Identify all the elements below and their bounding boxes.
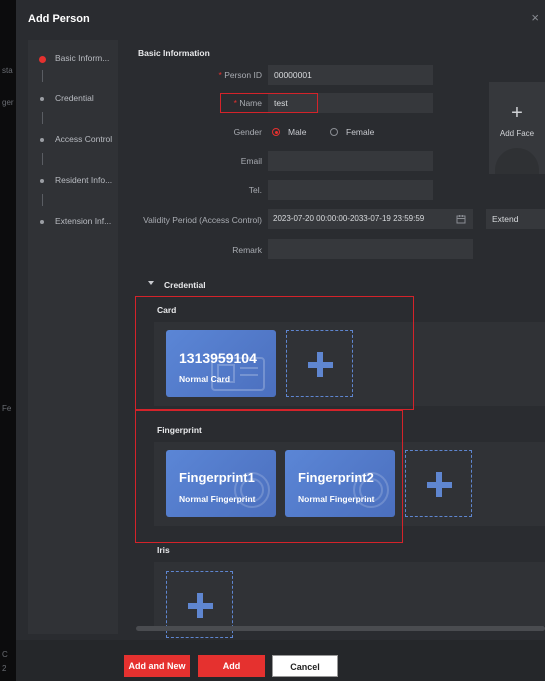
extend-select[interactable]: Extend xyxy=(486,209,545,229)
dialog-title: Add Person xyxy=(28,13,90,25)
section-nav: Basic Inform... Credential Access Contro… xyxy=(28,40,118,634)
email-label: Email xyxy=(240,156,262,166)
nav-item-label: Extension Inf... xyxy=(55,216,112,226)
tel-label: Tel. xyxy=(248,185,262,195)
nav-item-label: Credential xyxy=(55,93,94,103)
dot-icon xyxy=(40,220,44,224)
nav-item-access-control[interactable]: Access Control xyxy=(28,133,118,149)
iris-title: Iris xyxy=(157,545,170,555)
person-id-field[interactable]: 00000001 xyxy=(268,65,433,85)
remark-field[interactable] xyxy=(268,239,473,259)
person-id-label: * Person ID xyxy=(218,70,262,80)
edge-text: 2 xyxy=(2,664,7,673)
add-and-new-button[interactable]: Add and New xyxy=(124,655,190,677)
edge-text: Fe xyxy=(2,404,12,413)
validity-period-label: Validity Period (Access Control) xyxy=(143,215,262,225)
male-radio[interactable] xyxy=(272,128,280,136)
nav-item-extension-info[interactable]: Extension Inf... xyxy=(28,215,118,231)
nav-item-label: Resident Info... xyxy=(55,175,113,185)
chevron-down-icon[interactable] xyxy=(148,281,155,286)
male-label: Male xyxy=(288,127,307,137)
edge-text: ger xyxy=(2,98,14,107)
close-icon[interactable]: × xyxy=(531,10,539,25)
nav-divider xyxy=(42,153,43,165)
nav-divider xyxy=(42,194,43,206)
add-person-dialog: Add Person × Basic Inform... Credential … xyxy=(16,0,545,681)
plus-icon: + xyxy=(511,102,523,124)
credential-title: Credential xyxy=(164,280,206,290)
dot-icon xyxy=(40,138,44,142)
cancel-button[interactable]: Cancel xyxy=(272,655,338,677)
add-face-button[interactable]: + Add Face xyxy=(489,82,545,174)
dialog-header: Add Person × xyxy=(16,0,545,40)
female-radio[interactable] xyxy=(330,128,338,136)
remark-label: Remark xyxy=(232,245,262,255)
nav-divider xyxy=(42,112,43,124)
nav-item-credential[interactable]: Credential xyxy=(28,92,118,108)
highlight-box xyxy=(135,296,414,410)
background-app-edge: sta ger Fe C 2 xyxy=(0,0,16,681)
add-button[interactable]: Add xyxy=(198,655,265,677)
add-fingerprint-button[interactable] xyxy=(405,450,472,517)
edge-text: sta xyxy=(2,66,13,75)
basic-information-title: Basic Information xyxy=(138,48,210,58)
nav-item-label: Access Control xyxy=(55,134,113,144)
highlight-box xyxy=(220,93,318,113)
dot-icon xyxy=(40,97,44,101)
nav-item-basic-information[interactable]: Basic Inform... xyxy=(28,52,118,68)
nav-divider xyxy=(42,70,43,82)
calendar-icon[interactable] xyxy=(456,214,466,224)
tel-field[interactable] xyxy=(268,180,433,200)
horizontal-scrollbar[interactable] xyxy=(136,626,545,631)
highlight-box xyxy=(135,410,403,543)
active-dot-icon xyxy=(39,56,46,63)
nav-item-resident-info[interactable]: Resident Info... xyxy=(28,174,118,190)
dot-icon xyxy=(40,179,44,183)
edge-text: C xyxy=(2,650,8,659)
female-label: Female xyxy=(346,127,375,137)
nav-item-label: Basic Inform... xyxy=(55,53,110,63)
add-face-label: Add Face xyxy=(499,129,535,138)
face-silhouette-icon xyxy=(495,148,539,174)
gender-label: Gender xyxy=(233,127,262,137)
validity-period-field[interactable]: 2023-07-20 00:00:00-2033-07-19 23:59:59 xyxy=(268,209,473,229)
email-field[interactable] xyxy=(268,151,433,171)
dialog-footer: Add and New Add Cancel xyxy=(16,640,545,681)
validity-period-value: 2023-07-20 00:00:00-2033-07-19 23:59:59 xyxy=(273,214,425,223)
